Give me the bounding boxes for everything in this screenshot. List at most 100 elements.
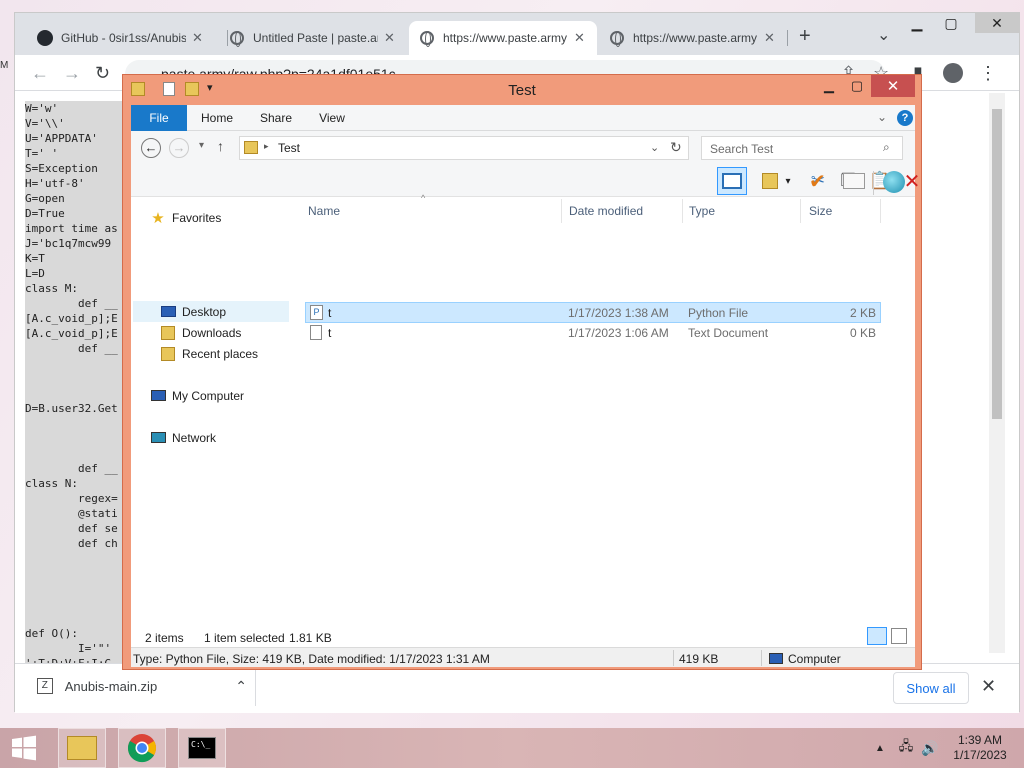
minimize-button[interactable]: ▁ (815, 75, 843, 97)
code-line (25, 416, 135, 431)
divider (873, 171, 874, 195)
tab-search-button[interactable]: ⌄ (877, 25, 890, 45)
star-icon: ★ (151, 209, 165, 227)
file-row[interactable]: P t 1/17/2023 1:38 AM Python File 2 KB (305, 302, 881, 323)
back-icon[interactable]: ← (141, 138, 161, 158)
tab-close-icon[interactable]: ✕ (764, 30, 775, 46)
column-name[interactable]: Name (303, 201, 561, 223)
large-icons-view-icon[interactable] (891, 628, 907, 644)
address-dropdown-icon[interactable]: ⌄ (650, 141, 659, 154)
nav-label: My Computer (172, 388, 245, 403)
refresh-icon[interactable]: ↻ (670, 139, 682, 156)
nav-recent-places[interactable]: Recent places (159, 343, 258, 364)
network-tray-icon[interactable]: 🖧 (896, 728, 916, 768)
show-all-button[interactable]: Show all (893, 672, 969, 704)
close-button[interactable]: ✕ (975, 13, 1019, 33)
address-bar[interactable]: ▸ Test ⌄ ↻ (239, 136, 689, 160)
minimize-button[interactable]: ▁ (901, 13, 933, 33)
nav-favorites[interactable]: ★ Favorites (149, 207, 221, 228)
checkmark-icon[interactable]: ✔ (809, 169, 826, 194)
download-item[interactable]: Z Anubis-main.zip ⌃ (37, 674, 247, 698)
show-hidden-icons-icon[interactable]: ▲ (872, 728, 888, 768)
taskbar-file-explorer[interactable] (58, 728, 106, 768)
code-line: K=T (25, 251, 135, 266)
column-size[interactable]: Size (804, 201, 880, 223)
code-line: J='bc1q7mcw99 (25, 236, 135, 251)
reload-icon[interactable]: ↻ (95, 63, 110, 83)
up-icon[interactable]: ↑ (217, 138, 224, 154)
maximize-button[interactable]: ▢ (843, 75, 871, 97)
details-view-icon[interactable] (867, 627, 887, 645)
network-globe-icon[interactable] (883, 171, 905, 193)
nav-desktop[interactable]: Desktop (133, 301, 289, 322)
text-file-icon (310, 325, 322, 340)
file-row[interactable]: t 1/17/2023 1:06 AM Text Document 0 KB (305, 323, 881, 344)
close-button[interactable]: ✕ (871, 75, 915, 97)
new-tab-button[interactable]: + (799, 25, 811, 48)
nav-downloads[interactable]: Downloads (159, 322, 241, 343)
taskbar-chrome[interactable] (118, 728, 166, 768)
tab-share[interactable]: Share (255, 105, 297, 131)
nav-label: Favorites (172, 210, 222, 225)
checklist-folder-icon[interactable] (757, 169, 783, 193)
tab-strip: GitHub - 0sir1ss/Anubis ✕ Untitled Paste… (15, 13, 1019, 55)
breadcrumb-test[interactable]: Test (278, 141, 300, 155)
page-scrollbar-thumb[interactable] (992, 109, 1002, 419)
code-line: D=B.user32.Get (25, 401, 135, 416)
expand-ribbon-icon[interactable]: ⌄ (877, 110, 887, 124)
system-clock[interactable]: 1:39 AM 1/17/2023 (944, 733, 1016, 763)
nav-my-computer[interactable]: My Computer (149, 385, 244, 406)
tab-home[interactable]: Home (197, 105, 237, 131)
column-separator[interactable] (561, 199, 562, 223)
maximize-button[interactable]: ▢ (935, 13, 967, 33)
divider (761, 650, 762, 666)
forward-icon[interactable]: → (169, 138, 189, 158)
breadcrumb-arrow-icon[interactable]: ▸ (264, 141, 269, 152)
tab-untitled-paste[interactable]: Untitled Paste | paste.ar ✕ (219, 21, 405, 55)
divider (673, 650, 674, 666)
tab-close-icon[interactable]: ✕ (384, 30, 395, 46)
column-date-modified[interactable]: Date modified (564, 201, 682, 223)
download-bar-close-icon[interactable]: ✕ (981, 676, 996, 697)
download-filename: Anubis-main.zip (64, 678, 158, 694)
code-line (25, 446, 135, 461)
volume-icon[interactable]: 🔊 (920, 728, 940, 768)
code-line (25, 596, 135, 611)
rename-icon[interactable] (929, 169, 955, 193)
explorer-titlebar: ▾ Test ▁ ▢ ✕ (123, 75, 921, 105)
taskbar-cmd[interactable]: C:\_ (178, 728, 226, 768)
explorer-window: ▾ Test ▁ ▢ ✕ File Home Share View ⌄ ? ← … (122, 74, 922, 670)
menu-dots-icon[interactable]: ⋮ (979, 63, 997, 83)
column-separator[interactable] (800, 199, 801, 223)
nav-network[interactable]: Network (149, 427, 216, 448)
code-line: def O(): (25, 626, 135, 641)
nav-label: Downloads (182, 325, 242, 340)
forward-icon[interactable]: → (63, 63, 81, 83)
column-type[interactable]: Type (684, 201, 800, 223)
search-input[interactable]: Search Test (701, 136, 903, 160)
profile-avatar-icon[interactable] (943, 63, 963, 83)
code-line: L=D (25, 266, 135, 281)
window-title: Test (508, 82, 536, 99)
column-separator[interactable] (880, 199, 881, 223)
page-raw-text: W='w' V='\\' U='APPDATA' T=' ' S=Exception H=… (25, 101, 135, 671)
start-button[interactable] (0, 728, 48, 768)
tab-view[interactable]: View (313, 105, 351, 131)
column-separator[interactable] (682, 199, 683, 223)
content-area: ★ Favorites Desktop Downloads Recent pla… (131, 193, 915, 627)
recent-locations-icon[interactable]: ▾ (199, 140, 204, 151)
preview-pane-icon[interactable] (717, 167, 747, 195)
tab-close-icon[interactable]: ✕ (192, 30, 203, 46)
tab-paste-army-active[interactable]: https://www.paste.army ✕ (409, 21, 597, 55)
code-line: class M: (25, 281, 135, 296)
tab-close-icon[interactable]: ✕ (574, 30, 585, 46)
code-line: U='APPDATA' (25, 131, 135, 146)
back-icon[interactable]: ← (31, 63, 49, 83)
tab-github[interactable]: GitHub - 0sir1ss/Anubis ✕ (27, 21, 213, 55)
tab-file[interactable]: File (131, 105, 187, 131)
chevron-up-icon[interactable]: ⌃ (235, 678, 247, 695)
help-icon[interactable]: ? (897, 110, 913, 126)
tab-paste-army[interactable]: https://www.paste.army ✕ (599, 21, 785, 55)
dropdown-icon[interactable]: ▾ (781, 169, 795, 193)
rename-icon[interactable] (843, 173, 865, 189)
